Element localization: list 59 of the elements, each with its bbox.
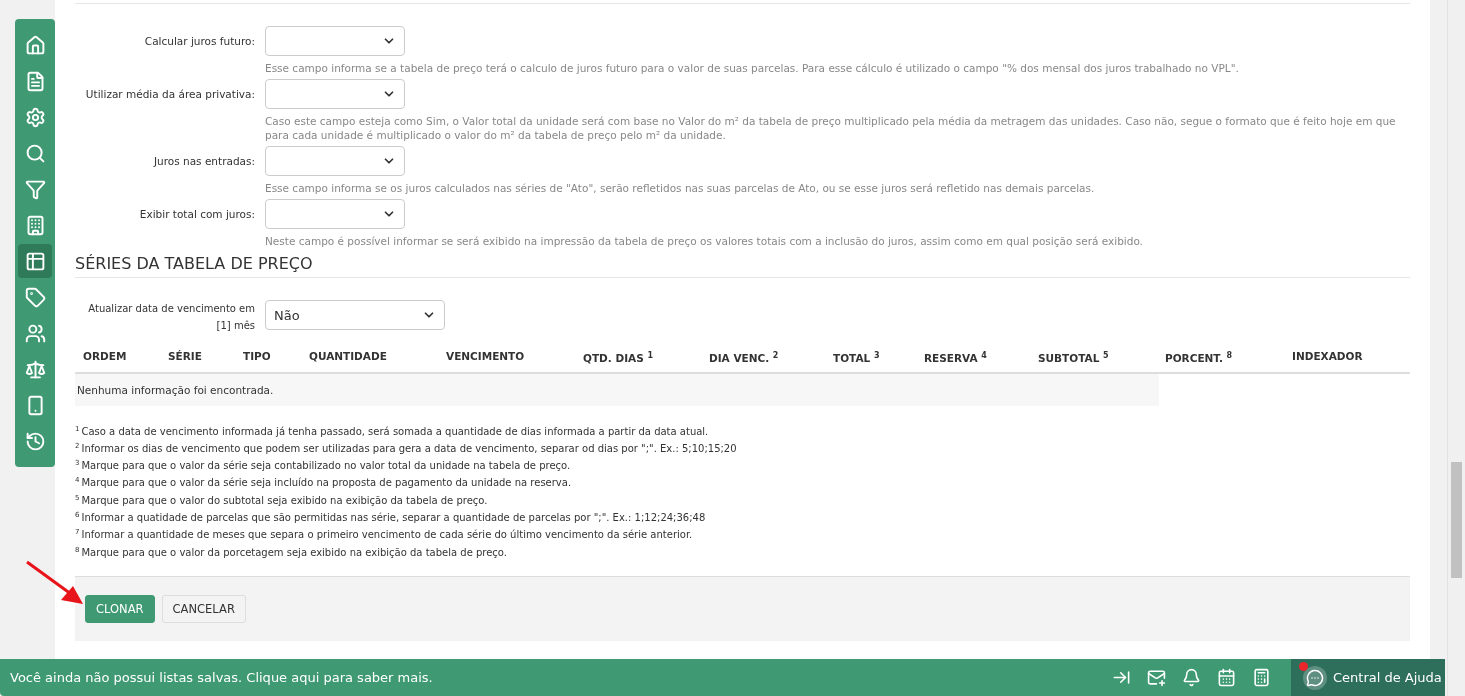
home-icon bbox=[24, 34, 46, 56]
history-icon bbox=[24, 430, 46, 452]
footnote: $^{5}$ Marque para que o valor do subtotal seja exibido na exibição da tabela de preço. bbox=[75, 492, 489, 509]
field-label: Calcular juros futuro: bbox=[143, 35, 255, 47]
column-header: DIA VENC. $^{2}$ bbox=[709, 350, 780, 364]
select-field[interactable] bbox=[265, 199, 405, 229]
footnote: $^{8}$ Marque para que o valor da porcetagem seja exibido na exibição da tabela de preço. bbox=[75, 544, 508, 561]
column-header: TOTAL $^{3}$ bbox=[833, 350, 881, 364]
settings-icon bbox=[24, 106, 46, 128]
pointer-arrow bbox=[25, 560, 85, 606]
column-header: QTD. DIAS $^{1}$ bbox=[583, 350, 654, 364]
help-text: Neste campo é possível informar se será exibido na impressão da tabela de preço os valores totais com a inclusão do juros, assim como em qual posição será exibido. bbox=[265, 234, 1144, 248]
field-label: Juros nas entradas: bbox=[152, 155, 255, 167]
column-header: SUBTOTAL $^{5}$ bbox=[1038, 350, 1110, 364]
saved-lists-message[interactable]: Você ainda não possui listas salvas. Clique aqui para saber mais. bbox=[0, 670, 1104, 685]
cancel-button[interactable]: CANCELAR bbox=[161, 595, 246, 624]
help-text: Esse campo informa se os juros calculados nas séries de "Ato", serão refletidos nas suas parcelas de Ato, ou se esse juros será refletido nas demais parcelas. bbox=[265, 181, 1096, 195]
search-icon bbox=[24, 142, 46, 164]
footnote: $^{4}$ Marque para que o valor da série seja incluído na proposta de pagamento da unidade na reserva. bbox=[75, 475, 573, 491]
chat-icon bbox=[1303, 665, 1327, 690]
help-center-label: Central de Ajuda bbox=[1333, 670, 1442, 685]
footnote: $^{7}$ Informar a quantidade de meses que separa o primeiro vencimento de cada série do último vencimento da série anterior. bbox=[75, 527, 694, 543]
select-field[interactable] bbox=[265, 79, 405, 109]
column-header: SÉRIE bbox=[168, 350, 203, 364]
calculator-icon bbox=[1252, 668, 1271, 687]
tag-icon bbox=[24, 286, 46, 308]
column-header: TIPO bbox=[243, 350, 272, 364]
footnote: $^{2}$ Informar os dias de vencimento que podem ser utilizadas para gera a data de vencimento, separar od dias por ";". Ex.: 5;10;15;20 bbox=[75, 440, 738, 457]
footnote: $^{6}$ Informar a quatidade de parcelas que são permitidas nas série, separar a quantidade de parcelas por ";". Ex.: 1;12;24;36;48 bbox=[75, 510, 707, 526]
column-header: VENCIMENTO bbox=[446, 350, 526, 364]
empty-row: Nenhuma informação foi encontrada. bbox=[75, 373, 1159, 406]
help-text: Esse campo informa se a tabela de preço terá o calculo de juros futuro para o valor de suas parcelas. Para esse cálculo é utilizado o campo "% dos mensal dos juros trabalhado no VPL". bbox=[265, 61, 1240, 75]
column-header: RESERVA $^{4}$ bbox=[924, 350, 988, 364]
help-text: Caso este campo esteja como Sim, o Valor total da unidade será com base no Valor do m² da tabela de preço multiplicado pela média da metragem das unidades. Caso não, segue o formato que é feito hoje em que para cada unidade é multiplicado o valor do m² da tabela de preço pelo m² da unidade. bbox=[265, 114, 1397, 142]
filter-icon bbox=[24, 178, 46, 200]
scrollbar[interactable] bbox=[1447, 0, 1465, 696]
field-label: Utilizar média da área privativa: bbox=[84, 88, 255, 100]
select-field[interactable] bbox=[265, 146, 405, 176]
field-label: Exibir total com juros: bbox=[138, 208, 255, 220]
column-header: ORDEM bbox=[83, 350, 128, 364]
users-icon bbox=[24, 322, 46, 344]
footnote: $^{1}$ Caso a data de vencimento informada já tenha passado, será somada a quantidade de dias informada a partir da data atual. bbox=[75, 423, 710, 439]
table-icon bbox=[24, 250, 46, 272]
section-title: SÉRIES DA TABELA DE PREÇO bbox=[75, 254, 1410, 278]
column-header: QUANTIDADE bbox=[309, 350, 388, 364]
scale-icon bbox=[24, 358, 46, 380]
column-header: INDEXADOR bbox=[1292, 350, 1364, 364]
column-header: PORCENT. $^{8}$ bbox=[1165, 350, 1234, 364]
field-label: Atualizar data de vencimento em [1] mês bbox=[87, 302, 255, 333]
footnote: $^{3}$ Marque para que o valor da série seja contabilizado no valor total da unidade na tabela de preço. bbox=[75, 458, 572, 474]
mail-icon bbox=[1147, 668, 1166, 687]
bell-icon bbox=[1182, 668, 1201, 687]
help-center-button[interactable]: Central de Ajuda bbox=[1291, 659, 1445, 696]
clone-button[interactable]: CLONAR bbox=[85, 595, 155, 624]
calendar-icon bbox=[1217, 668, 1236, 687]
select-field[interactable]: Não bbox=[265, 300, 445, 330]
select-field[interactable] bbox=[265, 26, 405, 56]
arrow-to-line-icon bbox=[1112, 668, 1131, 687]
sidebar-item[interactable] bbox=[18, 244, 52, 278]
